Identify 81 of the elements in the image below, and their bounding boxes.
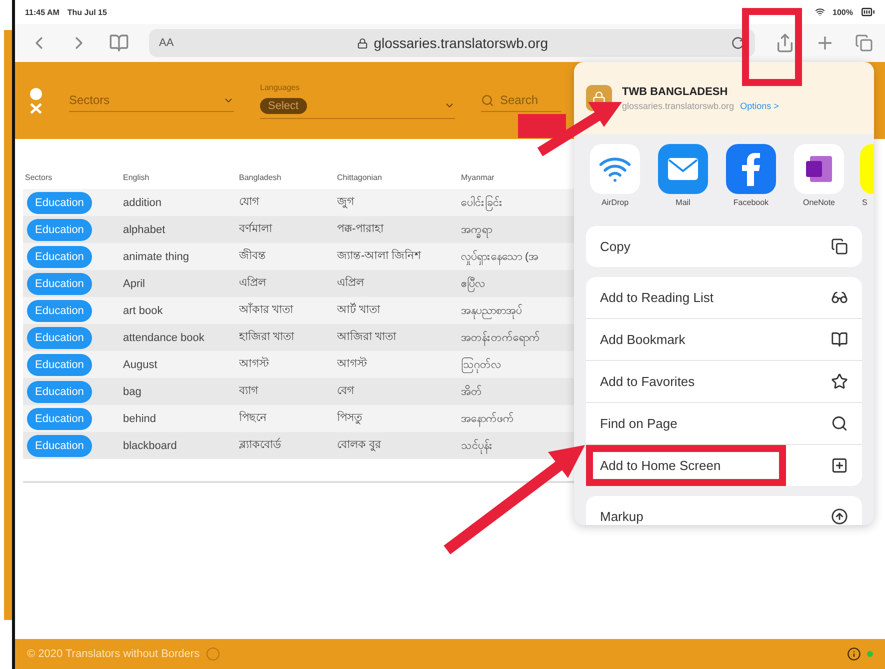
table-cell: အနောက်ဖက် — [461, 410, 583, 426]
sectors-dropdown[interactable]: Sectors — [69, 89, 234, 112]
app-label: Mail — [676, 198, 690, 207]
table-cell-text: আর্ট খাতা — [337, 302, 382, 318]
sector-tag[interactable]: Education — [27, 326, 92, 348]
app-label: AirDrop — [601, 198, 629, 207]
table-cell-text: bag — [123, 386, 142, 398]
table-cell: သင်ပုန်း — [461, 438, 583, 454]
table-cell: ဧပြီလ — [461, 276, 583, 292]
column-header: English — [123, 172, 150, 182]
table-cell: အတန်းတက်ရောက် — [461, 330, 583, 346]
sector-tag[interactable]: Education — [27, 192, 92, 214]
search-field[interactable]: Search — [481, 89, 561, 112]
sector-tag[interactable]: Education — [27, 408, 92, 430]
sector-tag[interactable]: Education — [27, 272, 92, 294]
table-cell-text: အိတ် — [461, 384, 483, 400]
sector-tag[interactable]: Education — [27, 354, 92, 376]
table-cell-text: ব্ল্যাকবোর্ড — [239, 436, 282, 453]
share-action[interactable]: Markup — [586, 496, 862, 525]
table-cell-text: বর্ণমালা — [239, 220, 274, 237]
table-cell-text: বেগ — [337, 384, 356, 399]
status-time: 11:45 AM — [25, 8, 60, 16]
table-cell-text: পিছনে — [239, 410, 268, 426]
table-cell-text: August — [123, 358, 158, 370]
sector-tag[interactable]: Education — [27, 300, 92, 322]
copyright-text: © 2020 Translators without Borders — [27, 648, 200, 660]
table-cell-text: পিসতু — [337, 410, 364, 426]
table-cell-text: বোলক বুর — [337, 438, 382, 454]
table-cell-text: জুগ — [337, 195, 356, 210]
sector-tag[interactable]: Education — [27, 246, 92, 268]
table-cell-text: আঁকার খাতা — [239, 302, 294, 318]
share-action[interactable]: Add to Home Screen — [586, 444, 862, 486]
table-cell-text: আজিরা খাতা — [337, 329, 398, 345]
table-cell-text: April — [123, 278, 146, 290]
table-cell: အနုပညာစာအုပ် — [461, 302, 583, 318]
table-cell-text: জ্যান্ত-আলা জিনিশ — [337, 248, 423, 264]
address-bar[interactable]: AA glossaries.translatorswb.org — [149, 29, 755, 57]
share-subtitle: glossaries.translatorswb.org — [622, 100, 734, 110]
column-header: Sectors — [24, 172, 54, 182]
share-action[interactable]: Copy — [586, 226, 862, 267]
table-cell: လှုပ်ရှားနေသော (အ — [461, 248, 583, 264]
app-label: S — [862, 198, 868, 207]
sector-tag[interactable]: Education — [27, 434, 92, 456]
column-header: Bangladesh — [239, 172, 282, 182]
table-cell-text: আগস্ট — [239, 356, 270, 372]
table-cell-text: এপ্রিল — [239, 275, 268, 291]
table-cell-text: পক্ক-পারাহা — [337, 222, 385, 237]
table-cell: ပေါင်းခြင်း — [461, 194, 583, 210]
app-label: OneNote — [802, 198, 836, 207]
battery-percentage: 100% — [832, 8, 853, 16]
share-action[interactable]: Find on Page — [586, 402, 862, 444]
table-cell-text: art book — [123, 304, 164, 316]
address-url: glossaries.translatorswb.org — [374, 35, 548, 51]
table-cell-text: addition — [123, 196, 163, 208]
table-cell-text: blackboard — [123, 440, 178, 452]
column-header: Chittagonian — [337, 172, 383, 182]
share-action[interactable]: Add to Reading List — [586, 277, 862, 318]
table-cell-text: এপ্রিল — [337, 275, 366, 291]
share-action[interactable]: Add to Favorites — [586, 360, 862, 402]
table-cell-text: attendance book — [123, 332, 206, 344]
languages-dropdown[interactable]: Select — [260, 94, 455, 118]
table-cell-text: যোগ — [239, 195, 260, 210]
table-cell-text: alphabet — [123, 224, 166, 236]
app-label: Facebook — [733, 198, 769, 207]
table-cell-text: animate thing — [123, 250, 190, 262]
table-cell-text: behind — [123, 412, 158, 424]
table-cell-text: হাজিরা খাতা — [239, 329, 296, 345]
table-cell-text: ব্যাগ — [239, 384, 260, 399]
text-size-button[interactable]: AA — [159, 37, 174, 49]
languages-label: Languages — [260, 82, 301, 92]
sector-tag[interactable]: Education — [27, 218, 92, 240]
table-cell: ဩဂုတ်လ — [461, 356, 583, 372]
table-cell-text: জীবন্ত — [239, 248, 267, 264]
options-link[interactable]: Options > — [740, 100, 779, 110]
share-title: TWB BANGLADESH — [622, 86, 729, 98]
share-action[interactable]: Add Bookmark — [586, 318, 862, 360]
status-date: Thu Jul 15 — [67, 8, 107, 16]
table-cell: အက္ခရာ — [461, 222, 583, 238]
column-header: Myanmar — [461, 172, 496, 182]
table-cell-text: আগস্ট — [337, 356, 368, 372]
sector-tag[interactable]: Education — [27, 380, 92, 402]
